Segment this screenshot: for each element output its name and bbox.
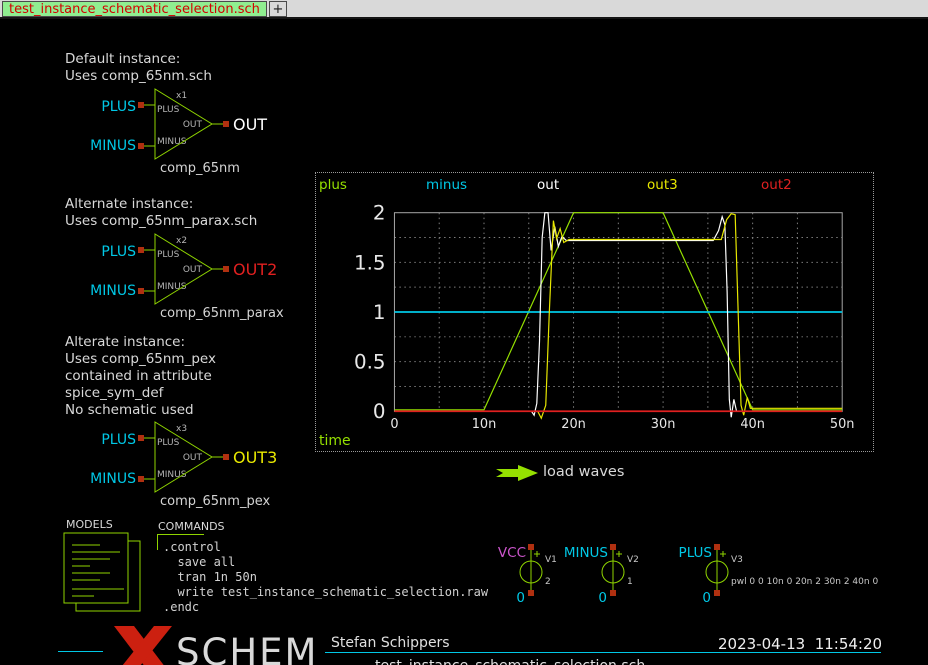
comparator-symbol-x1[interactable]: PLUS PLUS MINUS MINUS x1 OUT OUT comp_65… [90,83,310,177]
xschem-logo-x-icon [108,626,176,665]
designator: x2 [176,236,187,246]
xschem-window: test_instance_schematic_selection.sch + … [0,0,928,665]
source-value: 1 [627,577,633,587]
net-label-plus[interactable]: PLUS [101,432,136,448]
net-label-minus[interactable]: MINUS [564,545,608,561]
pin-square-icon[interactable] [610,544,616,550]
net-label-minus[interactable]: MINUS [90,471,136,487]
instance3-description: Alterate instance:Uses comp_65nm_pexcont… [65,334,216,419]
pin-square-icon[interactable] [714,544,720,550]
designator: V3 [731,555,743,565]
net-label-minus[interactable]: MINUS [90,138,136,154]
svg-text:2: 2 [373,202,386,225]
pin-square-icon[interactable] [138,476,144,482]
source-value: pwl 0 0 10n 0 20n 2 30n 2 40n 0 [731,577,878,587]
pin-name-plus: PLUS [157,250,180,260]
designator: x3 [176,424,187,434]
pin-square-icon[interactable] [528,590,534,596]
designator: x1 [176,91,187,101]
timestamp: 2023-04-13 11:54:20 [718,635,882,653]
schematic-filename: test_instance_schematic_selection.sch [375,658,645,665]
net-label-minus[interactable]: MINUS [90,283,136,299]
legend-out: out [537,177,559,193]
source-value: 2 [545,577,551,587]
svg-text:0.5: 0.5 [354,351,386,374]
svg-text:1.5: 1.5 [354,251,386,274]
comparator-symbol-x3[interactable]: PLUS PLUS MINUS MINUS x3 OUT OUT3 comp_6… [90,416,310,510]
pin-square-icon[interactable] [138,435,144,441]
pin-square-icon[interactable] [223,266,229,272]
pin-name-out: OUT [183,453,203,463]
pin-square-icon[interactable] [223,454,229,460]
tab-title: test_instance_schematic_selection.sch [9,2,260,17]
net-label-vcc[interactable]: VCC [498,545,526,561]
svg-text:0: 0 [373,400,386,423]
svg-text:20n: 20n [561,417,586,432]
new-tab-button[interactable]: + [269,1,287,17]
instance2-description: Alternate instance:Uses comp_65nm_parax.… [65,196,257,230]
xschem-logo-text: SCHEM [176,633,318,665]
x-axis-label: time [319,433,351,449]
legend-out2: out2 [761,177,792,193]
net-label-gnd[interactable]: 0 [598,590,607,606]
net-label-gnd[interactable]: 0 [516,590,525,606]
models-label: MODELS [66,518,113,531]
models-document-icon[interactable] [60,531,152,617]
symbol-name: comp_65nm_parax [160,306,284,321]
svg-text:40n: 40n [740,417,765,432]
waveform-plot[interactable]: 0 10n 20n 30n 40n 50n 0 0.5 1 1.5 2 [316,173,871,449]
pin-square-icon[interactable] [138,143,144,149]
svg-text:1: 1 [373,301,386,324]
designator: V1 [545,555,557,565]
net-label-out[interactable]: OUT2 [233,260,277,279]
pin-name-plus: PLUS [157,105,180,115]
author-name: Stefan Schippers [331,635,450,651]
pin-square-icon[interactable] [138,288,144,294]
net-label-out[interactable]: OUT [233,115,267,134]
pin-square-icon[interactable] [138,102,144,108]
svg-text:50n: 50n [830,417,855,432]
designator: V2 [627,555,639,565]
legend-minus: minus [426,177,467,193]
comparator-symbol-x2[interactable]: PLUS PLUS MINUS MINUS x2 OUT OUT2 comp_6… [90,228,310,322]
net-label-out[interactable]: OUT3 [233,448,277,467]
commands-label: COMMANDS [158,520,225,533]
symbol-name: comp_65nm_pex [160,494,270,509]
svg-text:0: 0 [390,417,398,432]
load-waves-launcher[interactable]: load waves [543,464,624,480]
net-label-plus[interactable]: PLUS [101,244,136,260]
schematic-canvas[interactable]: Default instance:Uses comp_65nm.sch Alte… [0,19,928,665]
spice-commands-text[interactable]: .control save all tran 1n 50n write test… [163,540,488,615]
svg-text:30n: 30n [651,417,676,432]
launcher-arrow-icon[interactable] [494,465,540,481]
symbol-name: comp_65nm [160,161,240,176]
legend-plus: plus [319,177,347,193]
pin-name-out: OUT [183,120,203,130]
pin-square-icon[interactable] [138,247,144,253]
svg-text:10n: 10n [472,417,497,432]
net-label-plus[interactable]: PLUS [679,545,712,561]
titleblock-line [58,651,103,652]
tab-active[interactable]: test_instance_schematic_selection.sch [2,1,267,17]
pin-name-plus: PLUS [157,438,180,448]
pin-square-icon[interactable] [528,544,534,550]
waveform-graph[interactable]: 0 10n 20n 30n 40n 50n 0 0.5 1 1.5 2 plus minus out ou… [315,172,874,452]
legend-out3: out3 [647,177,678,193]
instance1-description: Default instance:Uses comp_65nm.sch [65,51,212,85]
pin-name-out: OUT [183,265,203,275]
pin-square-icon[interactable] [714,590,720,596]
net-label-gnd[interactable]: 0 [702,590,711,606]
vsource-v3[interactable]: PLUS 0 V3 pwl 0 0 10n 0 20n 2 30n 2 40n … [682,543,928,605]
tab-bar: test_instance_schematic_selection.sch + [0,0,928,19]
pin-square-icon[interactable] [610,590,616,596]
pin-square-icon[interactable] [223,121,229,127]
net-label-plus[interactable]: PLUS [101,99,136,115]
